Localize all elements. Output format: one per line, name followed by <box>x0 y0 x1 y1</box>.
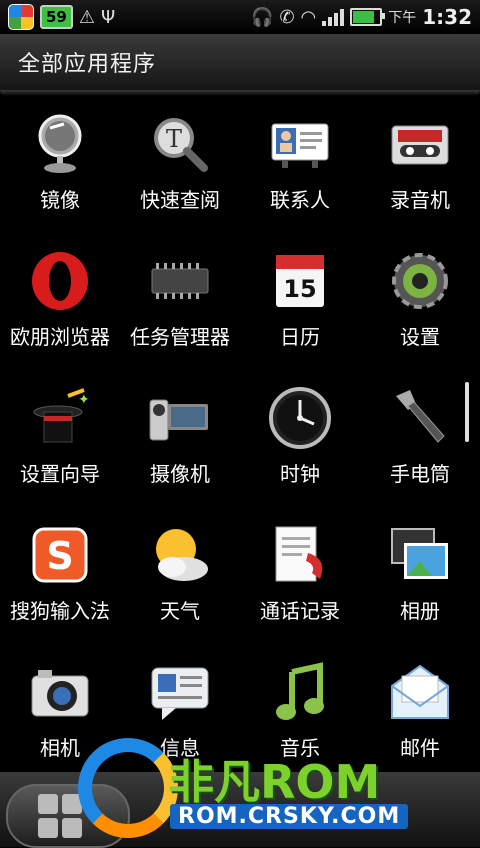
contacts-icon <box>271 123 329 168</box>
app-grid: 镜像 T 快速查阅 联系人 录音机 欧朋浏览器 任务管理器 15 日历 设置 ✦… <box>0 100 480 785</box>
call-history-icon <box>275 526 323 582</box>
app-gallery[interactable]: 相册 <box>360 511 480 648</box>
app-label: 天气 <box>160 599 200 623</box>
app-label: 日历 <box>280 325 320 349</box>
watermark-title: 非凡ROM <box>168 755 381 809</box>
watermark-url: ROM.CRSKY.COM <box>170 804 409 829</box>
status-ampm: 下午 <box>388 10 417 26</box>
app-setup-wizard[interactable]: ✦ 设置向导 <box>0 374 120 511</box>
app-label: 相册 <box>400 599 440 623</box>
status-bar: 59 ⚠ Ψ 🎧 ✆ ◠ 下午 1:32 <box>0 0 480 34</box>
svg-text:✦: ✦ <box>78 392 90 408</box>
battery-icon <box>350 8 386 26</box>
signal-icon <box>322 8 345 26</box>
music-icon <box>276 662 324 720</box>
mail-icon <box>391 664 449 719</box>
wifi-icon: ◠ <box>300 6 317 28</box>
grid-square <box>38 794 58 814</box>
app-label: 录音机 <box>390 188 450 212</box>
gallery-icon <box>391 528 448 579</box>
setup-wizard-icon: ✦ <box>33 388 90 443</box>
app-label: 搜狗输入法 <box>10 599 110 623</box>
call-icon: ✆ <box>279 6 295 28</box>
page-title: 全部应用程序 <box>18 52 157 77</box>
usb-icon: Ψ <box>101 6 116 28</box>
app-label: 设置向导 <box>20 462 100 486</box>
battery-level-badge: 59 <box>40 5 73 29</box>
scrollbar-thumb[interactable] <box>465 382 469 442</box>
app-label: 联系人 <box>270 188 330 212</box>
app-contacts[interactable]: 联系人 <box>240 100 360 237</box>
status-time: 1:32 <box>422 5 472 29</box>
app-mirror[interactable]: 镜像 <box>0 100 120 237</box>
app-label: 手电筒 <box>390 462 450 486</box>
app-weather[interactable]: 天气 <box>120 511 240 648</box>
clock-icon <box>269 387 331 449</box>
warning-icon: ⚠ <box>78 6 96 28</box>
mirror-icon <box>38 114 82 173</box>
quick-lookup-icon: T <box>154 118 208 172</box>
app-label: 设置 <box>400 325 440 349</box>
calendar-icon: 15 <box>276 255 324 307</box>
camera-icon <box>31 670 89 717</box>
app-call-history[interactable]: 通话记录 <box>240 511 360 648</box>
app-task-manager[interactable]: 任务管理器 <box>120 237 240 374</box>
app-settings[interactable]: 设置 <box>360 237 480 374</box>
sogou-input-icon: S <box>32 527 88 583</box>
app-calendar[interactable]: 15 日历 <box>240 237 360 374</box>
calendar-day-number: 15 <box>283 275 316 303</box>
watermark: 非凡ROM ROM.CRSKY.COM <box>78 738 480 847</box>
title-bar: 全部应用程序 <box>0 34 480 92</box>
app-label: 时钟 <box>280 462 320 486</box>
app-notification-icon <box>8 4 34 30</box>
app-label: 快速查阅 <box>140 188 220 212</box>
flashlight-icon <box>396 390 445 443</box>
app-clock[interactable]: 时钟 <box>240 374 360 511</box>
app-quick-lookup[interactable]: T 快速查阅 <box>120 100 240 237</box>
grid-square <box>38 818 58 838</box>
app-label: 镜像 <box>40 188 80 212</box>
settings-gear-icon <box>392 253 448 309</box>
messages-icon <box>151 667 209 720</box>
watermark-logo <box>78 738 178 838</box>
app-sogou-input[interactable]: S 搜狗输入法 <box>0 511 120 648</box>
camcorder-icon <box>149 399 208 441</box>
app-label: 欧朋浏览器 <box>10 325 110 349</box>
svg-text:T: T <box>166 125 182 153</box>
opera-browser-icon <box>32 252 88 310</box>
weather-icon <box>156 529 208 581</box>
app-opera[interactable]: 欧朋浏览器 <box>0 237 120 374</box>
app-flashlight[interactable]: 手电筒 <box>360 374 480 511</box>
title-bar-edge <box>0 90 480 96</box>
app-label: 任务管理器 <box>130 325 230 349</box>
svg-text:S: S <box>46 534 73 578</box>
app-label: 通话记录 <box>260 599 340 623</box>
voice-recorder-icon <box>391 125 449 165</box>
app-camcorder[interactable]: 摄像机 <box>120 374 240 511</box>
app-voice-recorder[interactable]: 录音机 <box>360 100 480 237</box>
app-label: 摄像机 <box>150 462 210 486</box>
headphones-icon: 🎧 <box>251 6 274 28</box>
task-manager-icon <box>151 263 209 299</box>
